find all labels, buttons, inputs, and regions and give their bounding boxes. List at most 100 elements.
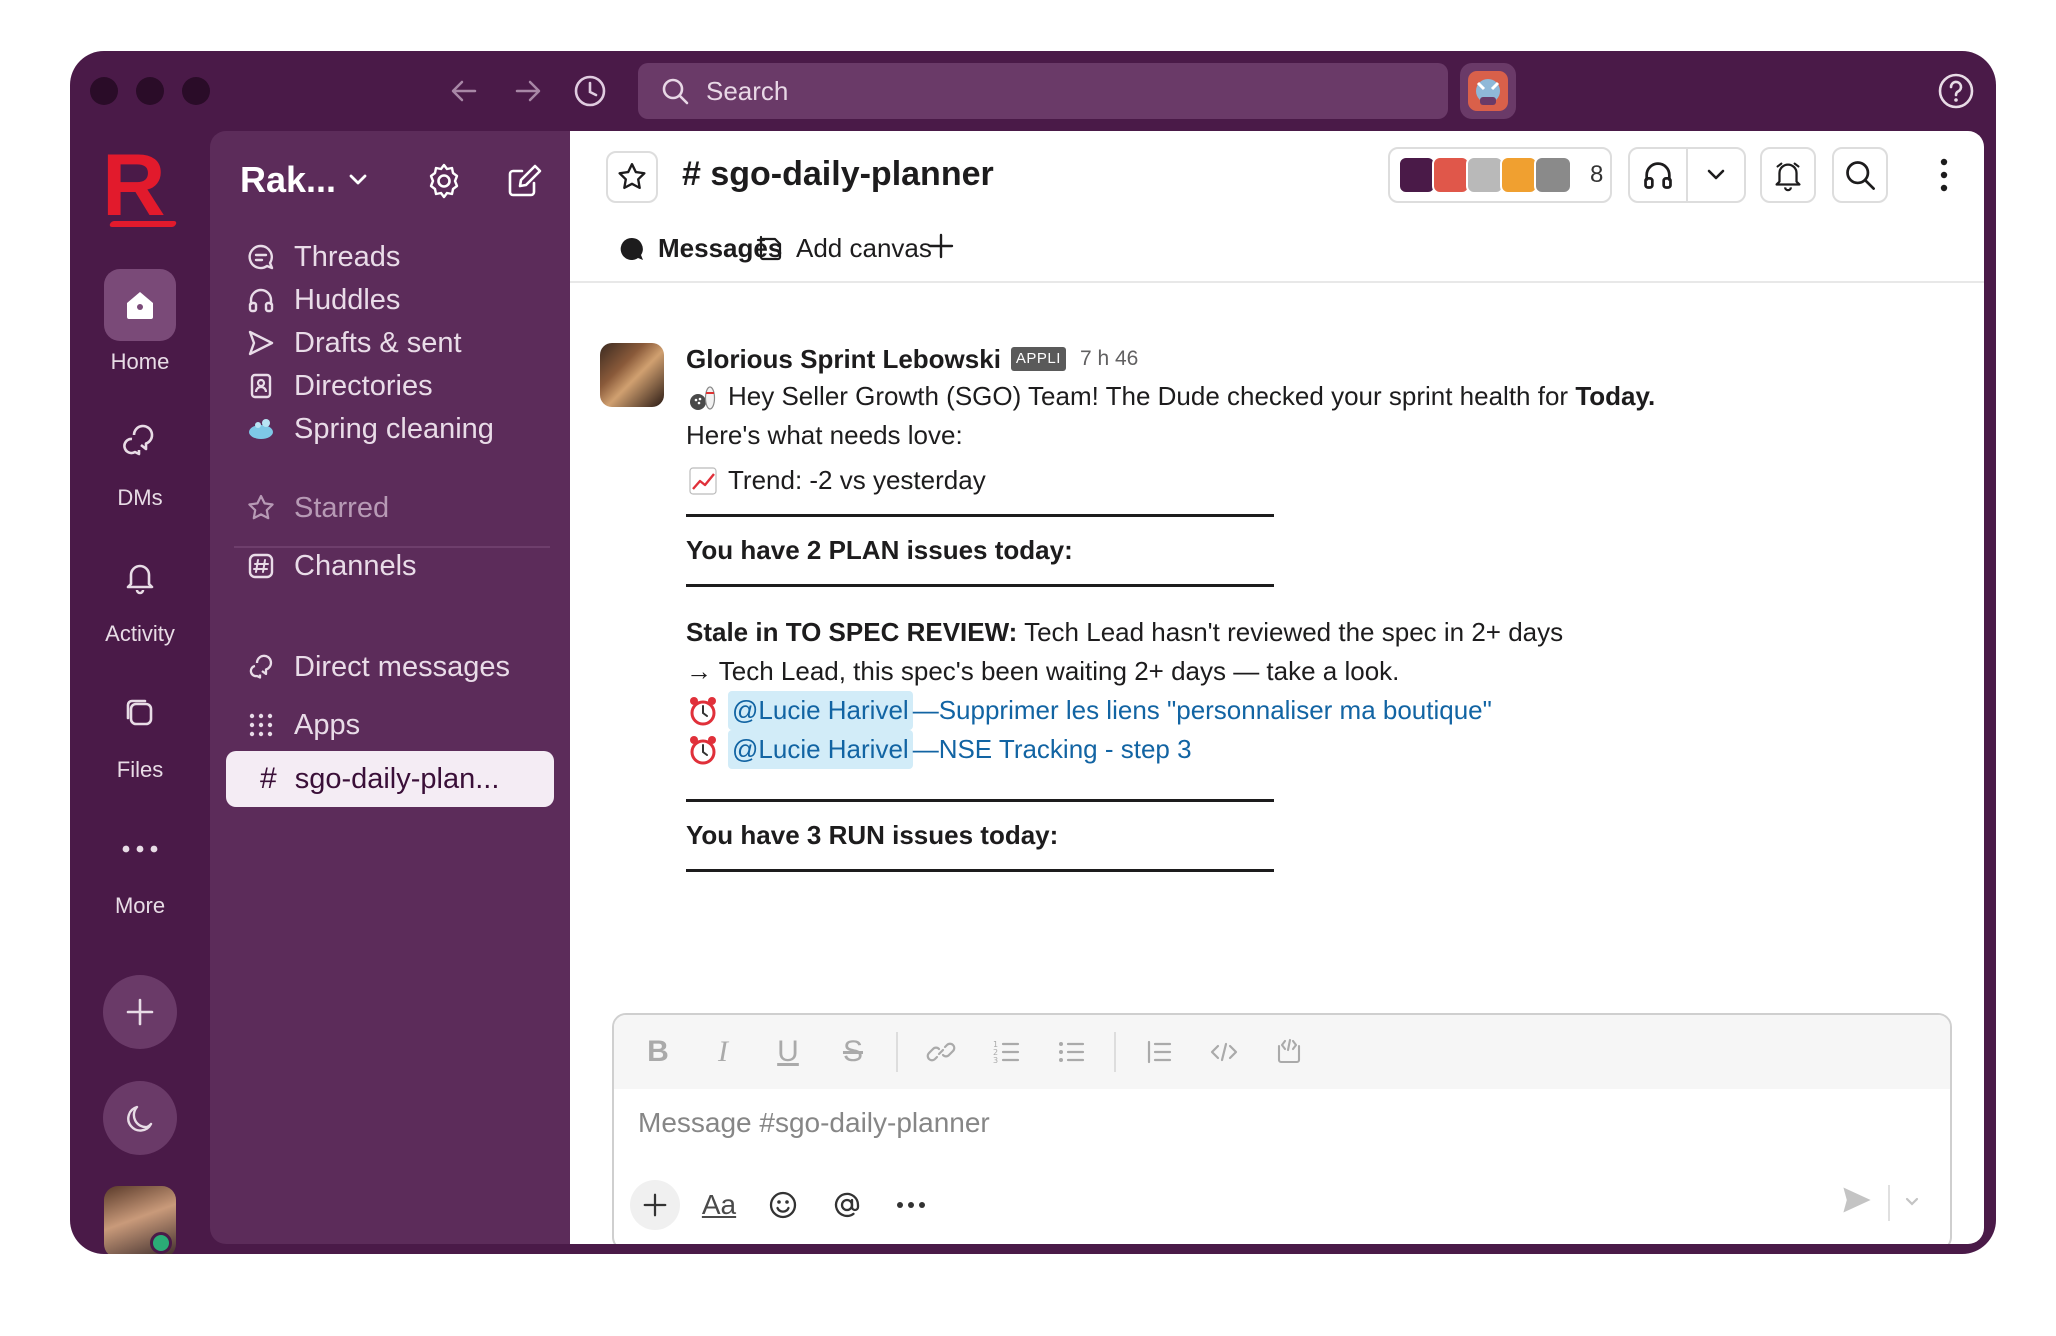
sidebar-item-drafts[interactable]: Drafts & sent bbox=[244, 321, 462, 365]
italic-icon[interactable]: I bbox=[701, 1030, 745, 1074]
back-arrow-icon[interactable] bbox=[442, 69, 486, 113]
rail-files-label: Files bbox=[116, 757, 164, 782]
message-composer: B I U S 123 Message #sgo-daily-planner A… bbox=[612, 1013, 1952, 1244]
workspace-logo[interactable]: R bbox=[102, 141, 166, 229]
author-avatar[interactable] bbox=[600, 343, 664, 407]
workspace-name: Rak... bbox=[240, 159, 337, 200]
chevron-down-icon[interactable] bbox=[1902, 1185, 1922, 1224]
stale-text: Tech Lead hasn't reviewed the spec in 2+… bbox=[1017, 617, 1564, 647]
forward-arrow-icon[interactable] bbox=[506, 69, 550, 113]
sidebar-section-direct-messages[interactable]: Direct messages bbox=[244, 645, 510, 689]
apps-grid-icon bbox=[244, 708, 278, 742]
bullet-list-icon[interactable] bbox=[1049, 1030, 1093, 1074]
send-icon[interactable] bbox=[1840, 1183, 1874, 1222]
svg-text:3: 3 bbox=[993, 1056, 998, 1065]
rail-home[interactable]: Home bbox=[70, 269, 210, 375]
directory-icon bbox=[244, 369, 278, 403]
link-icon[interactable] bbox=[919, 1030, 963, 1074]
rail-more-label: More bbox=[114, 893, 166, 918]
sidebar-section-label: Direct messages bbox=[294, 650, 510, 683]
window-minimize-dot[interactable] bbox=[136, 77, 164, 105]
user-avatar[interactable] bbox=[104, 1186, 176, 1254]
more-options-icon[interactable] bbox=[1924, 147, 1964, 203]
members-button[interactable]: 8 bbox=[1388, 147, 1612, 203]
app-window: Search R Home DMs Activity Files More Ra… bbox=[70, 51, 1996, 1254]
toolbar-separator bbox=[1114, 1032, 1116, 1072]
dark-mode-button[interactable] bbox=[103, 1081, 177, 1155]
mention-at-icon[interactable] bbox=[822, 1180, 872, 1230]
rail-more[interactable]: More bbox=[70, 813, 210, 919]
user-mention[interactable]: @Lucie Harivel bbox=[728, 730, 913, 769]
add-workspace-button[interactable] bbox=[103, 975, 177, 1049]
notifications-button[interactable] bbox=[1760, 147, 1816, 203]
issue-link[interactable]: Supprimer les liens "personnaliser ma bo… bbox=[939, 691, 1492, 730]
workspace-switcher[interactable]: Rak... bbox=[240, 159, 368, 201]
intro-text: Hey Seller Growth (SGO) Team! The Dude c… bbox=[728, 381, 1576, 411]
message-input[interactable]: Message #sgo-daily-planner bbox=[638, 1107, 990, 1139]
sidebar-item-sgo-daily-planner[interactable]: # sgo-daily-plan... bbox=[226, 751, 554, 807]
moon-icon bbox=[127, 1105, 153, 1132]
sidebar-item-threads[interactable]: Threads bbox=[244, 235, 400, 279]
settings-gear-icon[interactable] bbox=[420, 157, 468, 205]
message-time[interactable]: 7 h 46 bbox=[1080, 343, 1138, 375]
text-format-button[interactable]: Aa bbox=[694, 1180, 744, 1230]
chart-increasing-icon bbox=[686, 464, 720, 498]
search-icon bbox=[662, 78, 689, 105]
format-label: Aa bbox=[701, 1189, 737, 1220]
add-tab-button[interactable] bbox=[926, 231, 956, 261]
send-divider bbox=[1888, 1185, 1890, 1221]
window-close-dot[interactable] bbox=[90, 77, 118, 105]
member-avatar bbox=[1500, 156, 1538, 194]
huddle-button[interactable] bbox=[1628, 147, 1746, 203]
issue-dash: — bbox=[912, 695, 939, 725]
stale-line: Stale in TO SPEC REVIEW: Tech Lead hasn'… bbox=[686, 613, 1886, 652]
rail-files[interactable]: Files bbox=[70, 677, 210, 783]
issue-row: @Lucie Harivel — NSE Tracking - step 3 bbox=[686, 730, 1886, 769]
channel-sidebar: Rak... Threads Huddles Drafts & sent Dir… bbox=[210, 131, 570, 1244]
chevron-down-icon[interactable] bbox=[1688, 149, 1744, 201]
bot-avatar[interactable] bbox=[1460, 63, 1516, 119]
author-name[interactable]: Glorious Sprint Lebowski bbox=[686, 340, 1001, 379]
rail-activity[interactable]: Activity bbox=[70, 541, 210, 647]
divider-rule bbox=[686, 514, 1274, 517]
underline-icon[interactable]: U bbox=[766, 1030, 810, 1074]
headphones-icon[interactable] bbox=[1630, 149, 1686, 201]
compose-icon[interactable] bbox=[500, 157, 548, 205]
emoji-icon[interactable] bbox=[758, 1180, 808, 1230]
channel-search-button[interactable] bbox=[1832, 147, 1888, 203]
chevron-down-icon bbox=[349, 174, 367, 185]
member-avatar bbox=[1398, 156, 1436, 194]
sidebar-section-channels[interactable]: Channels bbox=[244, 544, 417, 588]
blockquote-icon[interactable] bbox=[1137, 1030, 1181, 1074]
history-clock-icon[interactable] bbox=[568, 69, 612, 113]
sidebar-section-starred[interactable]: Starred bbox=[244, 486, 389, 530]
issue-link[interactable]: NSE Tracking - step 3 bbox=[939, 730, 1192, 769]
strikethrough-icon[interactable]: S bbox=[831, 1030, 875, 1074]
help-icon[interactable] bbox=[1936, 71, 1976, 111]
user-mention[interactable]: @Lucie Harivel bbox=[728, 691, 913, 730]
code-block-icon[interactable] bbox=[1267, 1030, 1311, 1074]
ordered-list-icon[interactable]: 123 bbox=[984, 1030, 1028, 1074]
more-dots-icon bbox=[104, 813, 176, 885]
sidebar-item-label: sgo-daily-plan... bbox=[294, 762, 500, 795]
star-channel-button[interactable] bbox=[606, 151, 658, 203]
message-header: Glorious Sprint Lebowski APPLI 7 h 46 bbox=[686, 341, 1886, 377]
channels-icon bbox=[244, 549, 278, 583]
channel-title[interactable]: # sgo-daily-planner bbox=[682, 155, 994, 194]
home-icon bbox=[104, 269, 176, 341]
window-maximize-dot[interactable] bbox=[182, 77, 210, 105]
code-icon[interactable] bbox=[1202, 1030, 1246, 1074]
bold-icon[interactable]: B bbox=[636, 1030, 680, 1074]
tab-add-canvas[interactable]: Add canvas bbox=[756, 233, 932, 264]
run-heading: You have 3 RUN issues today: bbox=[686, 820, 1059, 850]
more-dots-icon[interactable] bbox=[886, 1180, 936, 1230]
sidebar-item-label: Spring cleaning bbox=[294, 412, 494, 445]
attach-plus-icon[interactable] bbox=[630, 1180, 680, 1230]
search-input[interactable]: Search bbox=[638, 63, 1448, 119]
sidebar-item-huddles[interactable]: Huddles bbox=[244, 278, 400, 322]
stale-label: Stale in TO SPEC REVIEW: bbox=[686, 617, 1018, 647]
rail-dms[interactable]: DMs bbox=[70, 405, 210, 511]
sidebar-section-apps[interactable]: Apps bbox=[244, 703, 360, 747]
sidebar-item-directories[interactable]: Directories bbox=[244, 364, 433, 408]
sidebar-item-spring-cleaning[interactable]: Spring cleaning bbox=[244, 407, 494, 451]
